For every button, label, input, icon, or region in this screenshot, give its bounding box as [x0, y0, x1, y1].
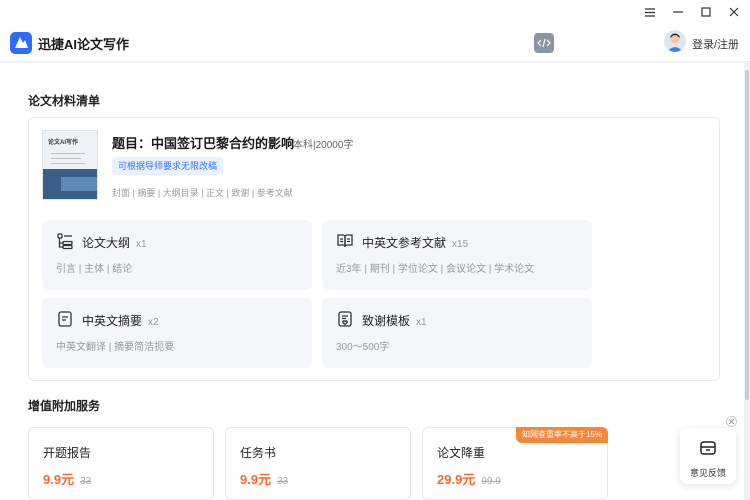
addon-price: 9.9元 33: [240, 472, 289, 487]
addon-price: 29.9元 99.9: [437, 472, 501, 487]
card-desc: 引言 | 主体 | 结论: [56, 264, 133, 275]
paper-title: 题目：中国签订巴黎合约的影响: [112, 136, 295, 151]
feedback-icon: [700, 441, 716, 455]
maximize-icon[interactable]: [698, 4, 714, 20]
card-title: 致谢模板 x1: [362, 314, 427, 328]
addon-plagiarism-reduction[interactable]: 知网查重率不高于15% 论文降重 29.9元 99.9: [422, 427, 608, 500]
book-icon: [336, 232, 354, 250]
card-abstract: 中英文摘要 x2 中英文翻译 | 摘要简洁扼要: [42, 298, 312, 368]
addon-name: 开题报告: [43, 446, 92, 460]
login-register-link[interactable]: 登录/注册: [692, 36, 739, 52]
cover-band: [61, 177, 97, 191]
menu-icon[interactable]: [642, 4, 658, 20]
window-titlebar: [0, 0, 750, 24]
card-desc: 300～500字: [336, 342, 390, 353]
card-title: 中英文参考文献 x15: [362, 236, 469, 250]
addon-proposal-report[interactable]: 开题报告 9.9元 33: [28, 427, 214, 500]
feedback-label: 意见反馈: [689, 468, 726, 478]
avatar[interactable]: [664, 30, 686, 52]
addon-task-book[interactable]: 任务书 9.9元 33: [225, 427, 411, 500]
app-title: 迅捷AI论文写作: [38, 37, 130, 52]
revision-pill: 可根据导师要求无限改稿: [112, 157, 224, 175]
addon-name: 任务书: [240, 446, 277, 460]
addon-badge: 知网查重率不高于15%: [515, 427, 608, 443]
card-title: 中英文摘要 x2: [82, 314, 159, 328]
card-references: 中英文参考文献 x15 近3年 | 期刊 | 学位论文 | 会议论文 | 学术论文: [322, 220, 592, 290]
thanks-template-icon: [336, 310, 354, 328]
addons-section-title: 增值附加服务: [28, 399, 101, 413]
feedback-close-icon[interactable]: [726, 416, 737, 427]
cover-line: [51, 158, 81, 159]
material-section-title: 论文材料清单: [28, 94, 101, 108]
card-desc: 近3年 | 期刊 | 学位论文 | 会议论文 | 学术论文: [336, 264, 535, 275]
cover-line: [51, 153, 85, 154]
close-icon[interactable]: [726, 4, 742, 20]
card-outline: 论文大纲 x1 引言 | 主体 | 结论: [42, 220, 312, 290]
paper-meta: 本科|20000字: [293, 140, 354, 151]
app-logo-icon: [10, 32, 32, 54]
code-icon[interactable]: [534, 33, 554, 53]
cover-title: 论文AI写作: [48, 140, 79, 146]
document-icon: [56, 310, 74, 328]
card-desc: 中英文翻译 | 摘要简洁扼要: [56, 342, 175, 353]
feedback-button[interactable]: 意见反馈: [680, 428, 736, 484]
app-header: 迅捷AI论文写作 登录/注册: [0, 24, 750, 62]
card-title: 论文大纲 x1: [82, 236, 147, 250]
paper-cover-image: 论文AI写作: [42, 130, 98, 200]
minimize-icon[interactable]: [670, 4, 686, 20]
paper-parts: 封面 | 摘要 | 大纲目录 | 正文 | 致谢 | 参考文献: [112, 188, 293, 198]
addon-name: 论文降重: [437, 446, 486, 460]
window-controls: [642, 4, 742, 20]
card-thanks: 致谢模板 x1 300～500字: [322, 298, 592, 368]
addon-price: 9.9元 33: [43, 472, 92, 487]
cover-line: [51, 163, 85, 164]
outline-list-icon: [56, 232, 74, 250]
scrollbar-thumb[interactable]: [745, 70, 749, 400]
